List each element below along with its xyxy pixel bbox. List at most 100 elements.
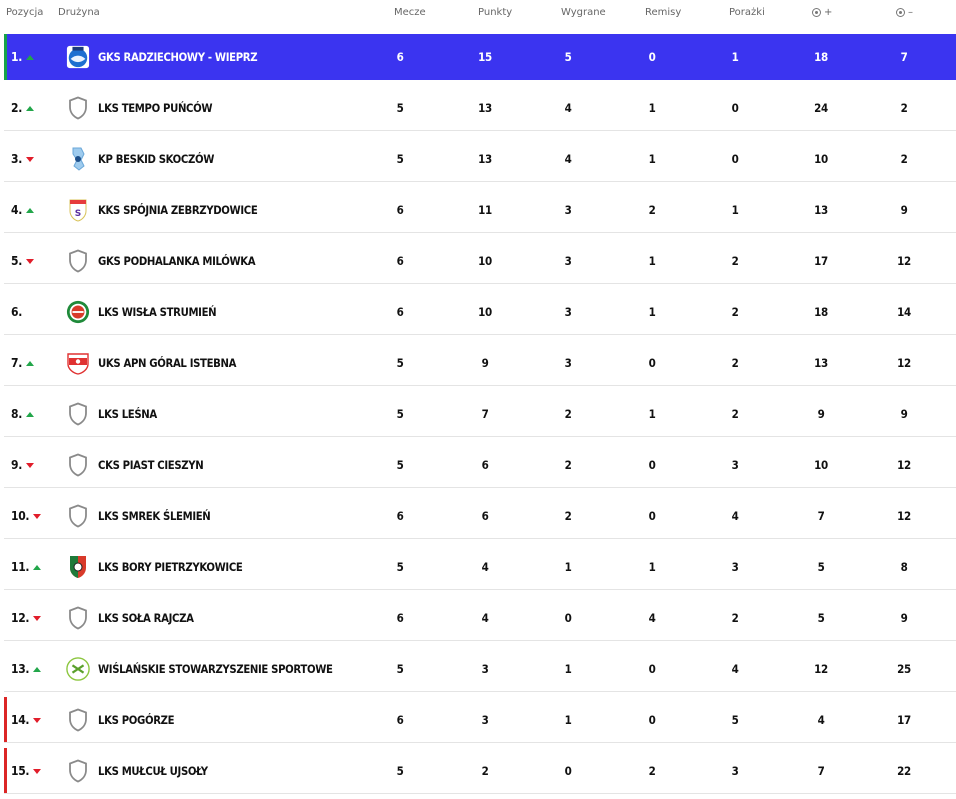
team-name[interactable]: LKS Tempo Puńców: [98, 85, 213, 131]
goals-against-cell: 14: [897, 305, 911, 319]
team-name[interactable]: LKS Bory Pietrzykowice: [98, 544, 243, 590]
losses-cell: 1: [731, 203, 739, 217]
table-body: 1. GKS Radziechowy - Wieprz 6 15 5 0 1 18 7 2. LKS…: [4, 34, 956, 799]
team-name[interactable]: LKS Leśna: [98, 391, 157, 437]
goals-for-cell: 13: [814, 203, 828, 217]
shield-placeholder-icon: [66, 238, 90, 284]
goals-for-cell: 10: [814, 458, 828, 472]
wins-cell: 4: [564, 101, 572, 115]
header-points[interactable]: Punkty: [478, 7, 512, 18]
table-row[interactable]: 2. LKS Tempo Puńców 5 13 4 1 0 24 2: [4, 85, 956, 131]
header-matches[interactable]: Mecze: [394, 7, 426, 18]
losses-cell: 5: [731, 713, 739, 727]
position-number: 10.: [11, 509, 30, 523]
draws-cell: 1: [648, 305, 656, 319]
losses-cell: 4: [731, 509, 739, 523]
team-name[interactable]: UKS APN Góral Istebna: [98, 340, 236, 386]
goals-for-cell: 4: [817, 713, 825, 727]
table-row[interactable]: 7. UKS APN Góral Istebna 5 9 3 0 2 13 12: [4, 340, 956, 386]
table-row[interactable]: 4. S KKS Spójnia Zebrzydowice 6 11 3 2 1 13 9: [4, 187, 956, 233]
team-name[interactable]: CKS Piast Cieszyn: [98, 442, 204, 488]
table-header: Pozycja Drużyna Mecze Punkty Wygrane Rem…: [0, 0, 956, 30]
table-row[interactable]: 6. LKS Wisła Strumień 6 10 3 1 2 18 14: [4, 289, 956, 335]
wins-cell: 0: [564, 764, 572, 778]
team-name[interactable]: KKS Spójnia Zebrzydowice: [98, 187, 258, 233]
losses-cell: 2: [731, 407, 739, 421]
matches-cell: 6: [396, 305, 404, 319]
table-row[interactable]: 9. CKS Piast Cieszyn 5 6 2 0 3 10 12: [4, 442, 956, 488]
losses-cell: 4: [731, 662, 739, 676]
goals-against-cell: 9: [900, 203, 908, 217]
wins-cell: 2: [564, 458, 572, 472]
goals-for-cell: 17: [814, 254, 828, 268]
table-row[interactable]: 8. LKS Leśna 5 7 2 1 2 9 9: [4, 391, 956, 437]
goals-against-cell: 9: [900, 407, 908, 421]
goals-for-cell: 7: [817, 509, 825, 523]
table-row[interactable]: 15. LKS Mułcuł Ujsoły 5 2 0 2 3 7 22: [4, 748, 956, 794]
matches-cell: 5: [396, 356, 404, 370]
table-row[interactable]: 11. LKS Bory Pietrzykowice 5 4 1 1 3 5 8: [4, 544, 956, 590]
svg-text:S: S: [75, 209, 81, 219]
team-name[interactable]: KP Beskid Skoczów: [98, 136, 214, 182]
header-wins[interactable]: Wygrane: [561, 7, 606, 18]
losses-cell: 0: [731, 152, 739, 166]
position-number: 13.: [11, 662, 30, 676]
points-cell: 4: [481, 560, 489, 574]
losses-cell: 1: [731, 50, 739, 64]
matches-cell: 5: [396, 662, 404, 676]
wins-cell: 3: [564, 254, 572, 268]
table-row[interactable]: 10. LKS Smrek Ślemień 6 6 2 0 4 7 12: [4, 493, 956, 539]
team-name[interactable]: LKS Mułcuł Ujsoły: [98, 748, 208, 794]
points-cell: 9: [481, 356, 489, 370]
position-cell: 15.: [11, 748, 42, 794]
points-cell: 11: [478, 203, 492, 217]
shield-placeholder-icon: [66, 697, 90, 743]
goals-for-cell: 12: [814, 662, 828, 676]
table-row[interactable]: 3. KP Beskid Skoczów 5 13 4 1 0 10 2: [4, 136, 956, 182]
goals-against-cell: 17: [897, 713, 911, 727]
team-name[interactable]: GKS Radziechowy - Wieprz: [98, 34, 258, 80]
position-number: 6.: [11, 305, 23, 319]
team-name[interactable]: GKS Podhalanka Milówka: [98, 238, 256, 284]
wins-cell: 2: [564, 407, 572, 421]
header-team[interactable]: Drużyna: [58, 7, 100, 18]
goals-against-cell: 8: [900, 560, 908, 574]
table-row[interactable]: 14. LKS Pogórze 6 3 1 0 5 4 17: [4, 697, 956, 743]
header-goals-for[interactable]: +: [812, 7, 832, 18]
wisla-crest: [66, 289, 90, 335]
position-cell: 4.: [11, 187, 35, 233]
table-row[interactable]: 13. Wiślańskie Stowarzyszenie Sportowe 5 3 1…: [4, 646, 956, 692]
header-losses[interactable]: Porażki: [729, 7, 765, 18]
table-row[interactable]: 1. GKS Radziechowy - Wieprz 6 15 5 0 1 18 7: [4, 34, 956, 80]
table-row[interactable]: 5. GKS Podhalanka Milówka 6 10 3 1 2 17 12: [4, 238, 956, 284]
header-position[interactable]: Pozycja: [6, 7, 43, 18]
table-row[interactable]: 12. LKS Soła Rajcza 6 4 0 4 2 5 9: [4, 595, 956, 641]
trend-down-icon: [33, 513, 42, 519]
beskid-crest: [66, 136, 90, 182]
position-number: 3.: [11, 152, 23, 166]
matches-cell: 6: [396, 50, 404, 64]
shield-placeholder-icon: [66, 442, 90, 488]
matches-cell: 5: [396, 764, 404, 778]
bory-crest: [66, 544, 90, 590]
header-goals-against[interactable]: –: [896, 7, 913, 18]
draws-cell: 0: [648, 713, 656, 727]
team-name[interactable]: LKS Pogórze: [98, 697, 175, 743]
wins-cell: 5: [564, 50, 572, 64]
matches-cell: 6: [396, 611, 404, 625]
losses-cell: 2: [731, 305, 739, 319]
position-cell: 1.: [11, 34, 35, 80]
team-name[interactable]: LKS Wisła Strumień: [98, 289, 217, 335]
points-cell: 10: [478, 254, 492, 268]
points-cell: 6: [481, 509, 489, 523]
team-name[interactable]: LKS Smrek Ślemień: [98, 493, 211, 539]
team-name[interactable]: Wiślańskie Stowarzyszenie Sportowe: [98, 646, 333, 692]
goals-for-cell: 18: [814, 50, 828, 64]
header-draws[interactable]: Remisy: [645, 7, 681, 18]
matches-cell: 5: [396, 407, 404, 421]
team-name[interactable]: LKS Soła Rajcza: [98, 595, 194, 641]
matches-cell: 6: [396, 713, 404, 727]
matches-cell: 5: [396, 560, 404, 574]
draws-cell: 4: [648, 611, 656, 625]
goals-against-cell: 12: [897, 254, 911, 268]
